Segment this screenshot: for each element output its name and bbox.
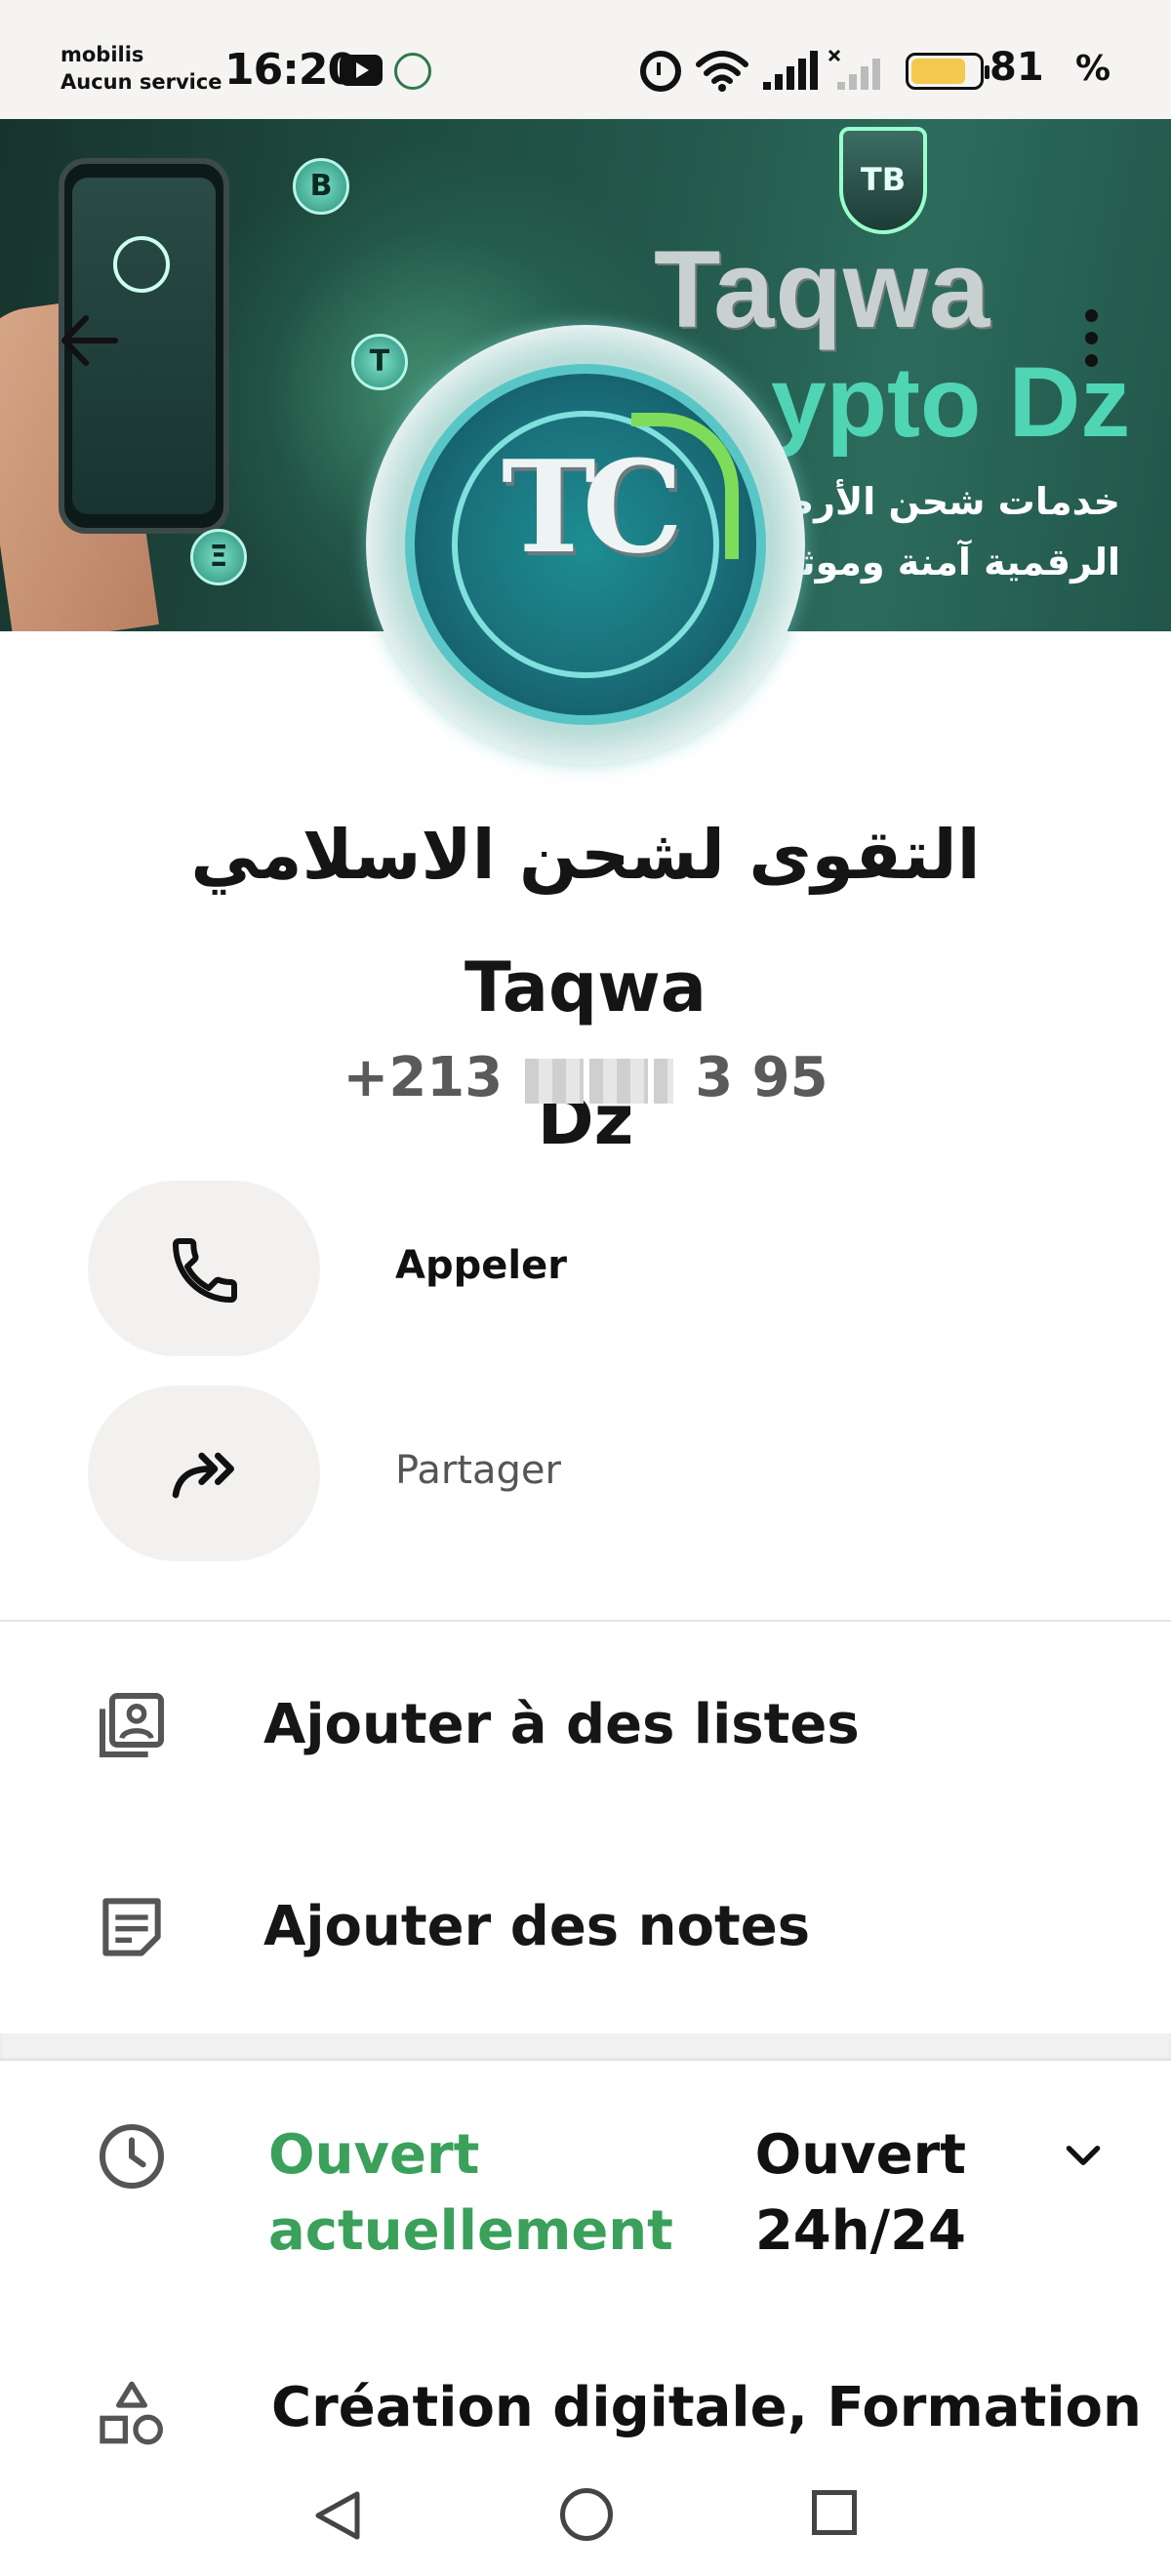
share-label[interactable]: Partager	[395, 1448, 561, 1493]
carrier-info: mobilis Aucun service	[61, 41, 222, 97]
chevron-down-icon[interactable]	[1059, 2132, 1108, 2181]
open-status: Ouvert actuellement	[268, 2123, 673, 2263]
phone-prefix: +213	[343, 1046, 504, 1109]
back-arrow-icon[interactable]	[55, 306, 123, 375]
add-to-list-button[interactable]: Ajouter à des listes	[263, 1693, 860, 1756]
phone-number: +213 3 95	[0, 1046, 1171, 1109]
carrier-status: Aucun service	[61, 70, 222, 95]
add-to-list-icon[interactable]	[93, 1686, 171, 1764]
app-icon	[394, 53, 431, 90]
redacted-block	[588, 1058, 648, 1104]
alarm-icon	[640, 51, 681, 92]
wifi-icon	[696, 51, 748, 92]
coin-icon: Ξ	[190, 529, 247, 585]
status-bar: mobilis Aucun service 16:20 81 %	[0, 0, 1171, 119]
youtube-icon	[340, 55, 383, 86]
category-icon	[100, 2381, 163, 2445]
battery-icon	[906, 53, 989, 90]
clock: 16:20	[224, 45, 357, 95]
coin-icon: B	[293, 158, 349, 215]
more-options-icon[interactable]	[1071, 309, 1110, 378]
call-label[interactable]: Appeler	[395, 1243, 567, 1288]
opening-hours[interactable]: Ouvert 24h/24	[634, 2117, 966, 2270]
carrier-name: mobilis	[61, 43, 144, 66]
share-icon	[172, 1452, 235, 1499]
recents-nav-icon[interactable]	[812, 2490, 857, 2535]
coin-icon: T	[351, 334, 408, 390]
business-name-line1: التقوى لشحن الاسلامي Taqwa	[190, 815, 981, 1027]
signal-no-service-icon	[828, 49, 880, 90]
system-nav-bar	[0, 2449, 1171, 2576]
signal-icon	[763, 51, 818, 90]
phone-icon	[173, 1238, 237, 1303]
redacted-block	[653, 1058, 673, 1104]
divider	[0, 1620, 1171, 1622]
brand-shield-logo: TB	[839, 127, 927, 234]
battery-level: 81	[989, 45, 1044, 90]
redacted-block	[524, 1058, 584, 1104]
back-nav-icon[interactable]	[310, 2488, 365, 2543]
banner-arabic-line2: الرقمية آمنة وموثو	[778, 541, 1120, 584]
call-button[interactable]	[88, 1181, 320, 1356]
business-name: التقوى لشحن الاسلامي Taqwa Dz	[59, 788, 1112, 1187]
phone-suffix: 3 95	[695, 1046, 828, 1109]
battery-unit: %	[1075, 49, 1111, 89]
section-separator	[0, 2033, 1171, 2061]
business-category: Création digitale, Formation	[271, 2376, 1142, 2439]
profile-logo: TC	[366, 325, 805, 764]
logo-monogram: TC	[501, 432, 683, 582]
clock-icon	[100, 2124, 164, 2189]
add-notes-button[interactable]: Ajouter des notes	[263, 1895, 810, 1958]
share-button[interactable]	[88, 1386, 320, 1561]
notes-icon[interactable]	[93, 1888, 171, 1966]
banner-title: Taqwa	[654, 228, 991, 350]
home-nav-icon[interactable]	[560, 2488, 613, 2541]
